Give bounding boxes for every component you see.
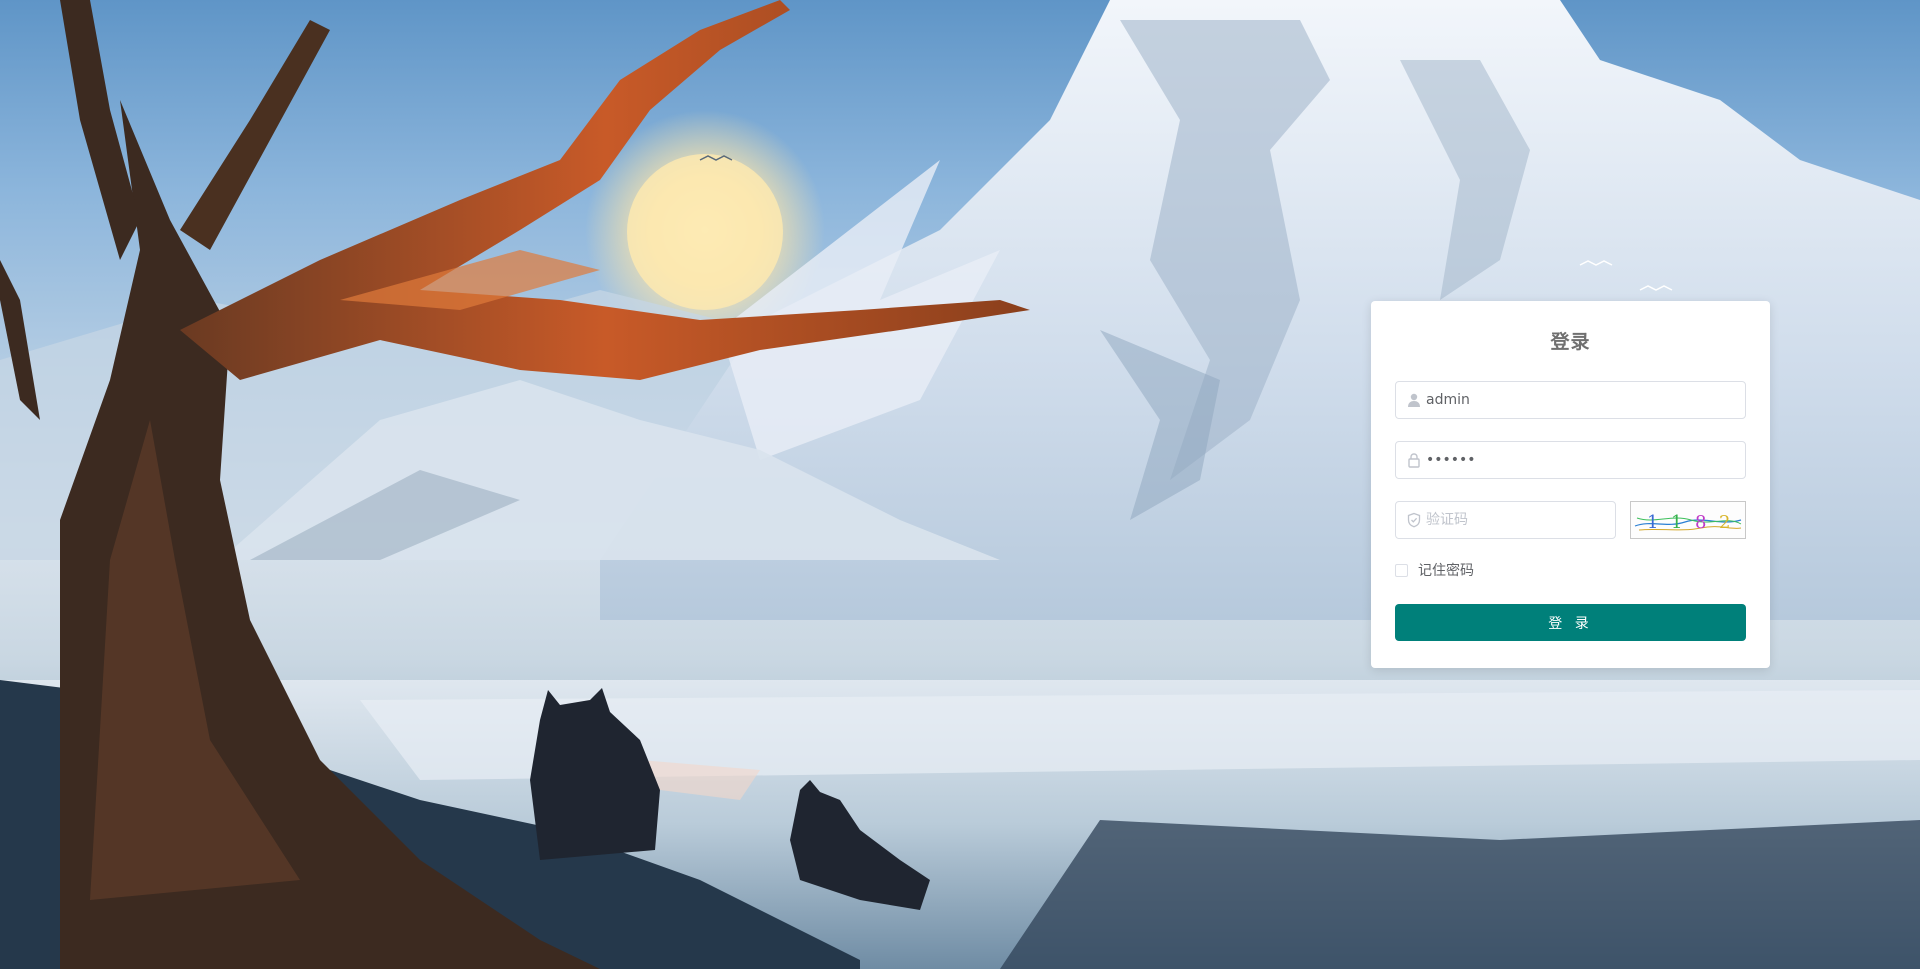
svg-text:8: 8 xyxy=(1695,512,1706,533)
username-field[interactable] xyxy=(1395,381,1746,419)
login-title: 登录 xyxy=(1550,331,1591,353)
svg-text:2: 2 xyxy=(1719,512,1730,533)
captcha-image[interactable]: 1 1 8 2 xyxy=(1630,501,1746,539)
password-input[interactable] xyxy=(1426,442,1736,478)
remember-password[interactable]: 记住密码 xyxy=(1395,561,1474,579)
svg-text:1: 1 xyxy=(1671,512,1682,533)
user-icon xyxy=(1406,392,1422,408)
login-button[interactable]: 登 录 xyxy=(1395,604,1746,641)
captcha-field[interactable] xyxy=(1395,501,1616,539)
lock-icon xyxy=(1406,452,1422,468)
username-input[interactable] xyxy=(1426,382,1736,418)
remember-label: 记住密码 xyxy=(1418,563,1474,579)
shield-icon xyxy=(1406,512,1422,528)
remember-checkbox[interactable] xyxy=(1395,563,1408,577)
svg-text:1: 1 xyxy=(1647,512,1658,533)
login-page: 登录 admin •••••• 验证码 1 1 8 2 记住密码 登 录 xyxy=(0,0,1920,969)
login-card: 登录 admin •••••• 验证码 1 1 8 2 记住密码 登 录 xyxy=(1371,301,1770,668)
password-field[interactable] xyxy=(1395,441,1746,479)
captcha-input[interactable] xyxy=(1426,502,1606,538)
